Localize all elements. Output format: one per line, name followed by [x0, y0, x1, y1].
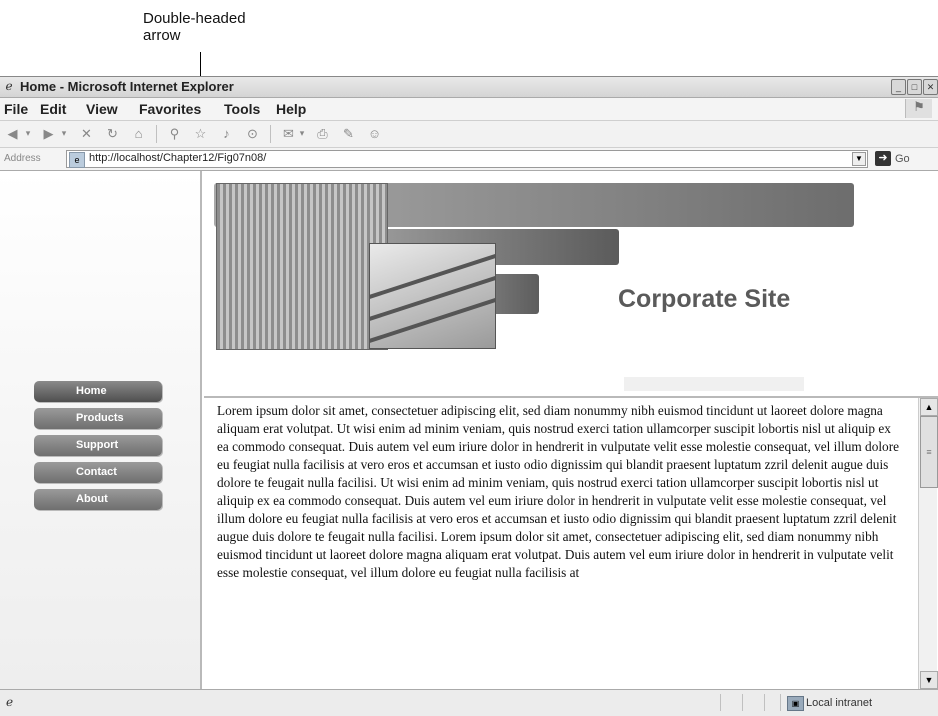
- toolbar-separator: [156, 125, 157, 143]
- toolbar: ◀ ▾ ▶ ▾ ✕ ↻ ⌂ ⚲ ☆ ♪ ⊙ ✉ ▾ ⎙ ✎ ☺: [0, 121, 938, 148]
- nav-home-button[interactable]: Home: [34, 381, 162, 402]
- site-title: Corporate Site: [618, 285, 791, 313]
- browser-window: ℯ Home - Microsoft Internet Explorer _ □…: [0, 76, 938, 716]
- media-icon[interactable]: ♪: [218, 125, 235, 142]
- menu-favorites[interactable]: Favorites: [139, 101, 201, 117]
- mail-icon[interactable]: ✉: [280, 125, 297, 142]
- nav-about-button[interactable]: About: [34, 489, 162, 510]
- nav-products-button[interactable]: Products: [34, 408, 162, 429]
- favorites-icon[interactable]: ☆: [192, 125, 209, 142]
- address-label: Address: [4, 153, 41, 164]
- menu-tools[interactable]: Tools: [224, 101, 260, 117]
- callout-label: Double-headed arrow: [143, 10, 246, 44]
- go-arrow-icon[interactable]: ➜: [875, 151, 891, 166]
- mail-dropdown-icon[interactable]: ▾: [298, 125, 306, 142]
- nav-contact-button[interactable]: Contact: [34, 462, 162, 483]
- forward-icon[interactable]: ▶: [40, 125, 57, 142]
- title-bar[interactable]: ℯ Home - Microsoft Internet Explorer _ □…: [0, 77, 938, 98]
- address-url: http://localhost/Chapter12/Fig07n08/: [89, 152, 267, 164]
- page-status-icon: ℯ: [6, 695, 14, 709]
- nav-menu: Home Products Support Contact About: [34, 381, 164, 516]
- stop-icon[interactable]: ✕: [78, 125, 95, 142]
- page-content: Home Products Support Contact About Corp…: [0, 171, 938, 689]
- menu-view[interactable]: View: [86, 101, 118, 117]
- menu-file[interactable]: File: [4, 101, 28, 117]
- status-panel: [764, 694, 765, 711]
- window-controls: _ □ ✕: [891, 79, 938, 95]
- windows-logo-icon: ⚑: [905, 99, 932, 118]
- status-panel: [720, 694, 721, 711]
- banner-frame: Corporate Site: [204, 171, 938, 398]
- building-photo-inset: [369, 243, 496, 349]
- minimize-button[interactable]: _: [891, 79, 906, 95]
- intranet-icon: ▣: [787, 696, 804, 711]
- vertical-scrollbar[interactable]: ▲ ≡ ▼: [918, 398, 938, 689]
- close-button[interactable]: ✕: [923, 79, 938, 95]
- main-frame: Lorem ipsum dolor sit amet, consectetuer…: [204, 398, 918, 689]
- scroll-thumb[interactable]: ≡: [920, 416, 938, 488]
- search-icon[interactable]: ⚲: [166, 125, 183, 142]
- callout-line-2: arrow: [143, 27, 181, 44]
- menu-help[interactable]: Help: [276, 101, 306, 117]
- ie-icon: ℯ: [5, 79, 13, 93]
- callout-line-1: Double-headed: [143, 10, 246, 27]
- address-dropdown-icon[interactable]: ▼: [852, 152, 866, 166]
- page-icon: e: [69, 152, 85, 168]
- security-zone-label: Local intranet: [806, 697, 873, 709]
- back-dropdown-icon[interactable]: ▾: [24, 125, 32, 142]
- photo-stripe: [370, 247, 495, 301]
- address-input[interactable]: e http://localhost/Chapter12/Fig07n08/ ▼: [66, 150, 868, 168]
- building-photo: [216, 183, 388, 350]
- back-icon[interactable]: ◀: [4, 125, 21, 142]
- address-bar: Address e http://localhost/Chapter12/Fig…: [0, 148, 938, 171]
- home-icon[interactable]: ⌂: [130, 125, 147, 142]
- refresh-icon[interactable]: ↻: [104, 125, 121, 142]
- edit-icon[interactable]: ✎: [340, 125, 357, 142]
- status-bar: ℯ ▣ Local intranet: [0, 689, 938, 716]
- menu-bar: File Edit View Favorites Tools Help ⚑: [0, 98, 938, 121]
- print-icon[interactable]: ⎙: [314, 125, 331, 142]
- body-text: Lorem ipsum dolor sit amet, consectetuer…: [217, 403, 900, 580]
- menu-edit[interactable]: Edit: [40, 101, 66, 117]
- go-button-label[interactable]: Go: [895, 153, 910, 165]
- banner-decoration: [624, 377, 804, 391]
- window-title: Home - Microsoft Internet Explorer: [20, 79, 234, 94]
- status-panel: [780, 694, 781, 711]
- maximize-button[interactable]: □: [907, 79, 922, 95]
- toolbar-separator: [270, 125, 271, 143]
- history-icon[interactable]: ⊙: [244, 125, 261, 142]
- scroll-down-icon[interactable]: ▼: [920, 671, 938, 689]
- messenger-icon[interactable]: ☺: [366, 125, 383, 142]
- scroll-up-icon[interactable]: ▲: [920, 398, 938, 416]
- navigation-frame: Home Products Support Contact About: [0, 171, 202, 689]
- forward-dropdown-icon[interactable]: ▾: [60, 125, 68, 142]
- status-panel: [742, 694, 743, 711]
- nav-support-button[interactable]: Support: [34, 435, 162, 456]
